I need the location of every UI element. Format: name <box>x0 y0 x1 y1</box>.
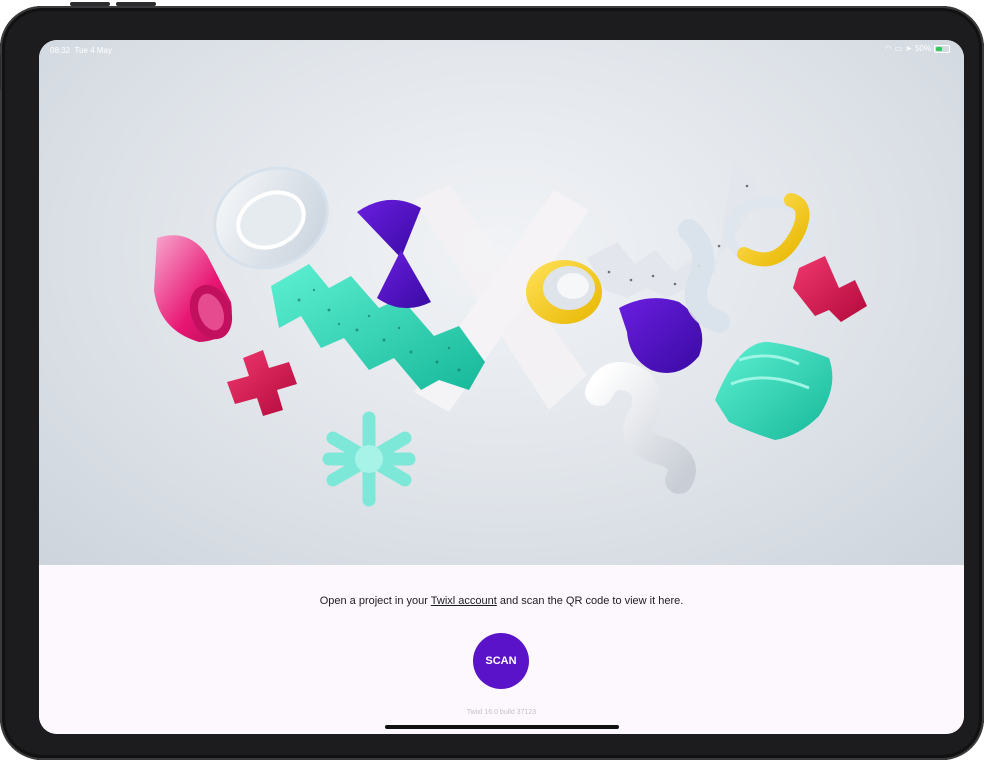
glass-ring-shape <box>213 166 329 270</box>
twixl-account-link[interactable]: Twixl account <box>431 595 497 607</box>
instruction-text: Open a project in your Twixl account and… <box>39 595 964 607</box>
bottom-panel: Open a project in your Twixl account and… <box>39 565 964 734</box>
wifi-icon: ◠ <box>884 44 892 53</box>
yellow-coil-shape <box>724 193 814 267</box>
volume-up-button <box>70 2 110 6</box>
scan-button[interactable]: SCAN <box>473 633 529 689</box>
red-l-shape <box>793 256 867 322</box>
3d-shapes-illustration <box>154 162 867 507</box>
location-icon: ➤ <box>905 44 912 53</box>
battery-level <box>936 46 942 51</box>
app-screen: 08:32 Tue 4 May ◠ ▭ ➤ 50% Open a project… <box>39 40 964 734</box>
volume-down-button <box>116 2 156 6</box>
purple-hourglass-shape <box>357 199 431 309</box>
battery-charging-icon <box>934 44 950 53</box>
white-pipe-shape <box>585 361 696 494</box>
home-indicator[interactable] <box>385 725 619 729</box>
screen-mirroring-icon: ▭ <box>894 44 903 53</box>
status-clock: 08:32 <box>50 46 71 55</box>
glass-wave-shape <box>678 219 730 333</box>
status-date: Tue 4 May <box>74 46 112 55</box>
status-time: 08:32 Tue 4 May <box>50 46 112 55</box>
instruction-suffix: and scan the QR code to view it here. <box>496 595 684 607</box>
teal-wave-block-shape <box>715 341 833 440</box>
status-bar: 08:32 Tue 4 May ◠ ▭ ➤ 50% <box>39 40 964 60</box>
status-icons: ◠ ▭ ➤ 50% <box>885 44 950 53</box>
yellow-bowl-shape <box>526 260 602 324</box>
pink-cross-shape <box>227 350 297 416</box>
hero-illustration: 08:32 Tue 4 May ◠ ▭ ➤ 50% <box>39 40 964 565</box>
power-button <box>0 54 1 90</box>
teal-staircase-shape <box>271 264 485 390</box>
version-label: Twixl 16.0 build 37123 <box>466 709 537 716</box>
battery-percent: 50% <box>914 44 931 53</box>
instruction-prefix: Open a project in your <box>319 595 431 607</box>
